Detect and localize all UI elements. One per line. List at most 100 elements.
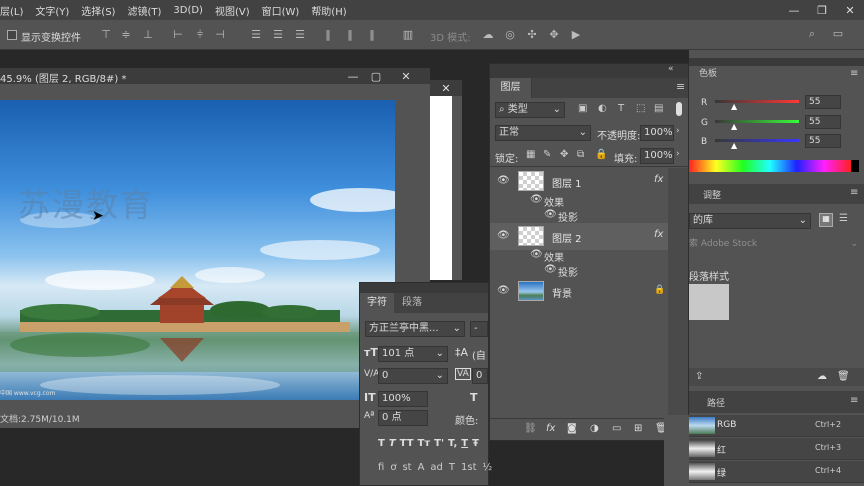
- tab-adjustments[interactable]: 调整: [703, 188, 721, 201]
- all-caps-button[interactable]: TT: [400, 438, 414, 452]
- collapse-icon[interactable]: «: [668, 64, 674, 74]
- effects-row-2[interactable]: 👁 效果: [490, 249, 668, 264]
- kerning-input[interactable]: 0 ⌄: [378, 368, 448, 384]
- char-panel-header[interactable]: [360, 283, 488, 293]
- titling-button[interactable]: T: [449, 462, 455, 476]
- fractions-button[interactable]: ½: [483, 462, 493, 476]
- menu-filter[interactable]: 滤镜(T): [121, 3, 167, 18]
- swash-button[interactable]: A: [418, 462, 425, 476]
- new-layer-icon[interactable]: ⊞: [634, 423, 642, 434]
- baseline-input[interactable]: 0 点: [378, 410, 428, 426]
- panel-menu-icon[interactable]: ≡: [676, 80, 685, 93]
- minimize-icon[interactable]: —: [780, 0, 808, 20]
- auto-align-icon[interactable]: ▥: [402, 29, 414, 41]
- tracking-input[interactable]: 0: [472, 368, 488, 384]
- filter-kind-select[interactable]: ⌕ 类型 ⌄: [495, 102, 565, 118]
- menu-layer[interactable]: 层(L): [0, 3, 29, 18]
- tab-paragraph[interactable]: 段落: [394, 293, 488, 313]
- filter-smart-icon[interactable]: ▤: [654, 103, 663, 114]
- add-style-icon[interactable]: fx: [546, 423, 555, 434]
- new-adjustment-icon[interactable]: ◑: [590, 423, 599, 434]
- menu-view[interactable]: 视图(V): [209, 3, 256, 18]
- camera-3d-icon[interactable]: ▶: [570, 29, 582, 41]
- stock-search-field[interactable]: 索 Adobe Stock ⌄: [689, 236, 864, 252]
- search-icon[interactable]: ⌕: [806, 28, 818, 40]
- layers-scrollbar[interactable]: [668, 168, 688, 418]
- lock-all-icon[interactable]: 🔒: [595, 149, 607, 160]
- link-layers-icon[interactable]: ⛓: [524, 423, 537, 434]
- restore-icon[interactable]: ❐: [808, 0, 836, 20]
- tab-character[interactable]: 字符: [360, 293, 394, 313]
- filter-pixel-icon[interactable]: ▣: [578, 103, 587, 114]
- opacity-dropdown-icon[interactable]: ›: [676, 126, 680, 136]
- font-size-input[interactable]: 101 点 ⌄: [378, 346, 448, 362]
- lock-artboard-icon[interactable]: ⧉: [577, 149, 584, 160]
- distribute-right-icon[interactable]: ‖: [366, 29, 378, 41]
- trash-icon[interactable]: 🗑: [837, 371, 850, 382]
- distribute-bottom-icon[interactable]: ☰: [294, 29, 306, 41]
- layer-name[interactable]: 背景: [552, 285, 572, 300]
- layer-row-2-selected[interactable]: 👁 图层 2 fx: [490, 223, 668, 250]
- canvas-image[interactable]: 苏漫教育 中国 www.vcg.com ➤: [0, 100, 395, 400]
- underline-button[interactable]: T: [461, 438, 468, 452]
- color-panel-menu-icon[interactable]: ≡: [850, 68, 858, 79]
- effect-eye-icon[interactable]: 👁: [544, 209, 557, 220]
- menu-3d[interactable]: 3D(D): [167, 5, 209, 16]
- old-style-button[interactable]: ơ: [390, 462, 396, 476]
- new-group-icon[interactable]: ▭: [612, 423, 621, 434]
- font-family-select[interactable]: 方正兰亭中黑... ⌄: [365, 321, 465, 337]
- distribute-vcenter-icon[interactable]: ☰: [272, 29, 284, 41]
- channel-g-value[interactable]: 55: [805, 115, 841, 129]
- channel-r-slider[interactable]: [715, 100, 799, 103]
- vertical-scale-input[interactable]: 100%: [378, 391, 428, 407]
- tab-paths[interactable]: 路径: [707, 396, 725, 409]
- distribute-hcenter-icon[interactable]: ‖: [344, 29, 356, 41]
- filter-shape-icon[interactable]: ⬚: [636, 103, 645, 114]
- menu-help[interactable]: 帮助(H): [305, 3, 352, 18]
- ordinals-button[interactable]: 1st: [461, 462, 477, 476]
- fx-badge[interactable]: fx: [654, 229, 663, 240]
- filter-toggle[interactable]: [676, 102, 682, 116]
- menu-window[interactable]: 窗口(W): [256, 3, 306, 18]
- close-icon[interactable]: ✕: [836, 0, 864, 20]
- small-caps-button[interactable]: Tт: [418, 438, 431, 452]
- fx-badge[interactable]: fx: [654, 174, 663, 185]
- channel-g-thumb[interactable]: ▲: [731, 122, 737, 131]
- channel-b-slider[interactable]: [715, 139, 799, 142]
- leading-input[interactable]: (自: [472, 347, 486, 362]
- discretionary-ligatures-button[interactable]: st: [402, 462, 411, 476]
- menu-select[interactable]: 选择(S): [75, 3, 121, 18]
- visibility-eye-icon[interactable]: 👁: [497, 230, 510, 241]
- channel-row-rgb[interactable]: RGB Ctrl+2: [683, 415, 864, 437]
- layer-name[interactable]: 图层 1: [552, 175, 582, 190]
- channels-header[interactable]: 路径 ≡: [689, 391, 864, 413]
- faux-italic-button[interactable]: T: [389, 438, 396, 452]
- lock-transparent-icon[interactable]: ▦: [526, 149, 535, 160]
- color-panel-header[interactable]: [689, 58, 864, 66]
- align-hcenter-icon[interactable]: ⫩: [194, 29, 206, 41]
- secondary-doc-canvas[interactable]: [430, 96, 452, 280]
- slide-3d-icon[interactable]: ✥: [548, 29, 560, 41]
- layer-name[interactable]: 图层 2: [552, 230, 582, 245]
- channel-g-slider[interactable]: [715, 120, 799, 123]
- lock-position-icon[interactable]: ✥: [560, 149, 568, 160]
- add-mask-icon[interactable]: ◙: [567, 423, 577, 434]
- doc-minimize-icon[interactable]: —: [343, 68, 363, 84]
- effects-eye-icon[interactable]: 👁: [530, 249, 543, 260]
- distribute-top-icon[interactable]: ☰: [250, 29, 262, 41]
- font-style-select[interactable]: -: [470, 321, 488, 337]
- pan-3d-icon[interactable]: ✣: [526, 29, 538, 41]
- channel-row-red[interactable]: 👁 红 Ctrl+3: [668, 438, 864, 460]
- layer-row-background[interactable]: 👁 背景 🔒: [490, 278, 668, 305]
- blend-mode-select[interactable]: 正常 ⌄: [495, 125, 591, 141]
- effects-eye-icon[interactable]: 👁: [530, 194, 543, 205]
- secondary-doc-close-icon[interactable]: ✕: [436, 80, 456, 96]
- transform-controls-checkbox[interactable]: [7, 30, 17, 40]
- superscript-button[interactable]: T': [434, 438, 444, 452]
- subscript-button[interactable]: T,: [448, 438, 457, 452]
- color-spectrum[interactable]: [689, 160, 851, 172]
- align-top-icon[interactable]: ⊤: [100, 29, 112, 41]
- strikethrough-button[interactable]: Ŧ: [472, 438, 479, 452]
- filter-adjustment-icon[interactable]: ◐: [598, 103, 607, 114]
- fill-input[interactable]: 100%: [640, 148, 674, 164]
